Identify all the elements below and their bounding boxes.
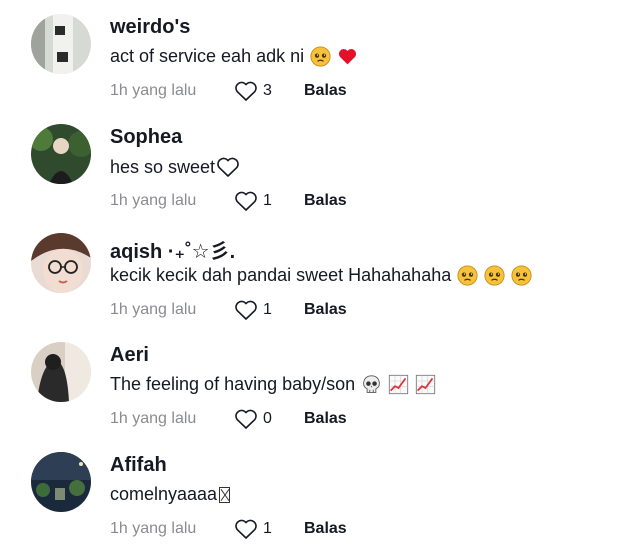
heart-outline-icon [234,80,258,102]
chart-increasing-icon [415,374,436,395]
comment-username[interactable]: Afifah [110,454,167,477]
reply-button[interactable]: Balas [304,82,347,100]
avatar[interactable] [31,14,91,74]
comment-text: The feeling of having baby/son [110,374,436,395]
like-count: 3 [263,82,272,99]
reply-button[interactable]: Balas [304,192,347,210]
comment-item: aqish ·₊˚☆彡. kecik kecik dah pandai swee… [0,219,632,327]
comment-text: hes so sweet [110,156,240,178]
missing-glyph-icon [219,486,231,503]
pleading-face-icon [457,265,478,286]
like-count: 1 [263,520,272,537]
like-count: 1 [263,192,272,209]
pleading-face-icon [484,265,505,286]
pleading-face-icon [310,46,331,67]
avatar[interactable] [31,342,91,402]
comment-text: act of service eah adk ni [110,46,358,67]
comment-timestamp: 1h yang lalu [110,192,197,209]
comment-text-content: comelnyaaaa [110,484,218,504]
like-button[interactable]: 1 [234,299,304,321]
comment-item: Afifah comelnyaaaa 1h yang lalu 1 Balas [0,438,632,546]
like-count: 1 [263,301,272,318]
comment-text-content: act of service eah adk ni [110,46,305,66]
heart-outline-icon [234,518,258,540]
avatar[interactable] [31,452,91,512]
reply-button[interactable]: Balas [304,301,347,319]
heart-outline-icon [234,299,258,321]
comment-meta: 1h yang lalu 3 Balas [110,79,347,103]
comment-item: weirdo's act of service eah adk ni 1h ya… [0,0,632,108]
heart-outline-icon [234,190,258,212]
comment-text: kecik kecik dah pandai sweet Hahahahaha [110,265,532,286]
skull-icon [361,374,382,395]
like-button[interactable]: 0 [234,408,304,430]
chart-increasing-icon [388,374,409,395]
comment-text-content: hes so sweet [110,156,216,177]
comment-username[interactable]: Sophea [110,126,182,149]
comment-item: Aeri The feeling of having baby/son 1h y… [0,328,632,436]
comment-timestamp: 1h yang lalu [110,82,197,99]
avatar[interactable] [31,233,91,293]
heart-outline-icon [234,408,258,430]
comment-item: Sophea hes so sweet 1h yang lalu 1 Balas [0,110,632,218]
comment-text: comelnyaaaa [110,484,231,505]
comment-meta: 1h yang lalu 1 Balas [110,517,347,541]
reply-button[interactable]: Balas [304,410,347,428]
comment-username[interactable]: aqish ·₊˚☆彡. [110,235,235,264]
comment-text-content: kecik kecik dah pandai sweet Hahahahaha [110,265,452,285]
like-count: 0 [263,410,272,427]
comment-timestamp: 1h yang lalu [110,410,197,427]
comment-meta: 1h yang lalu 1 Balas [110,189,347,213]
pleading-face-icon [511,265,532,286]
comment-timestamp: 1h yang lalu [110,520,197,537]
comment-meta: 1h yang lalu 0 Balas [110,407,347,431]
comment-username[interactable]: weirdo's [110,16,190,39]
comment-timestamp: 1h yang lalu [110,301,197,318]
like-button[interactable]: 1 [234,190,304,212]
red-heart-icon [337,46,358,67]
comment-username[interactable]: Aeri [110,344,149,367]
like-button[interactable]: 1 [234,518,304,540]
reply-button[interactable]: Balas [304,520,347,538]
like-button[interactable]: 3 [234,80,304,102]
avatar[interactable] [31,124,91,184]
comment-meta: 1h yang lalu 1 Balas [110,298,347,322]
white-heart-icon [216,156,240,178]
comment-text-content: The feeling of having baby/son [110,374,356,394]
